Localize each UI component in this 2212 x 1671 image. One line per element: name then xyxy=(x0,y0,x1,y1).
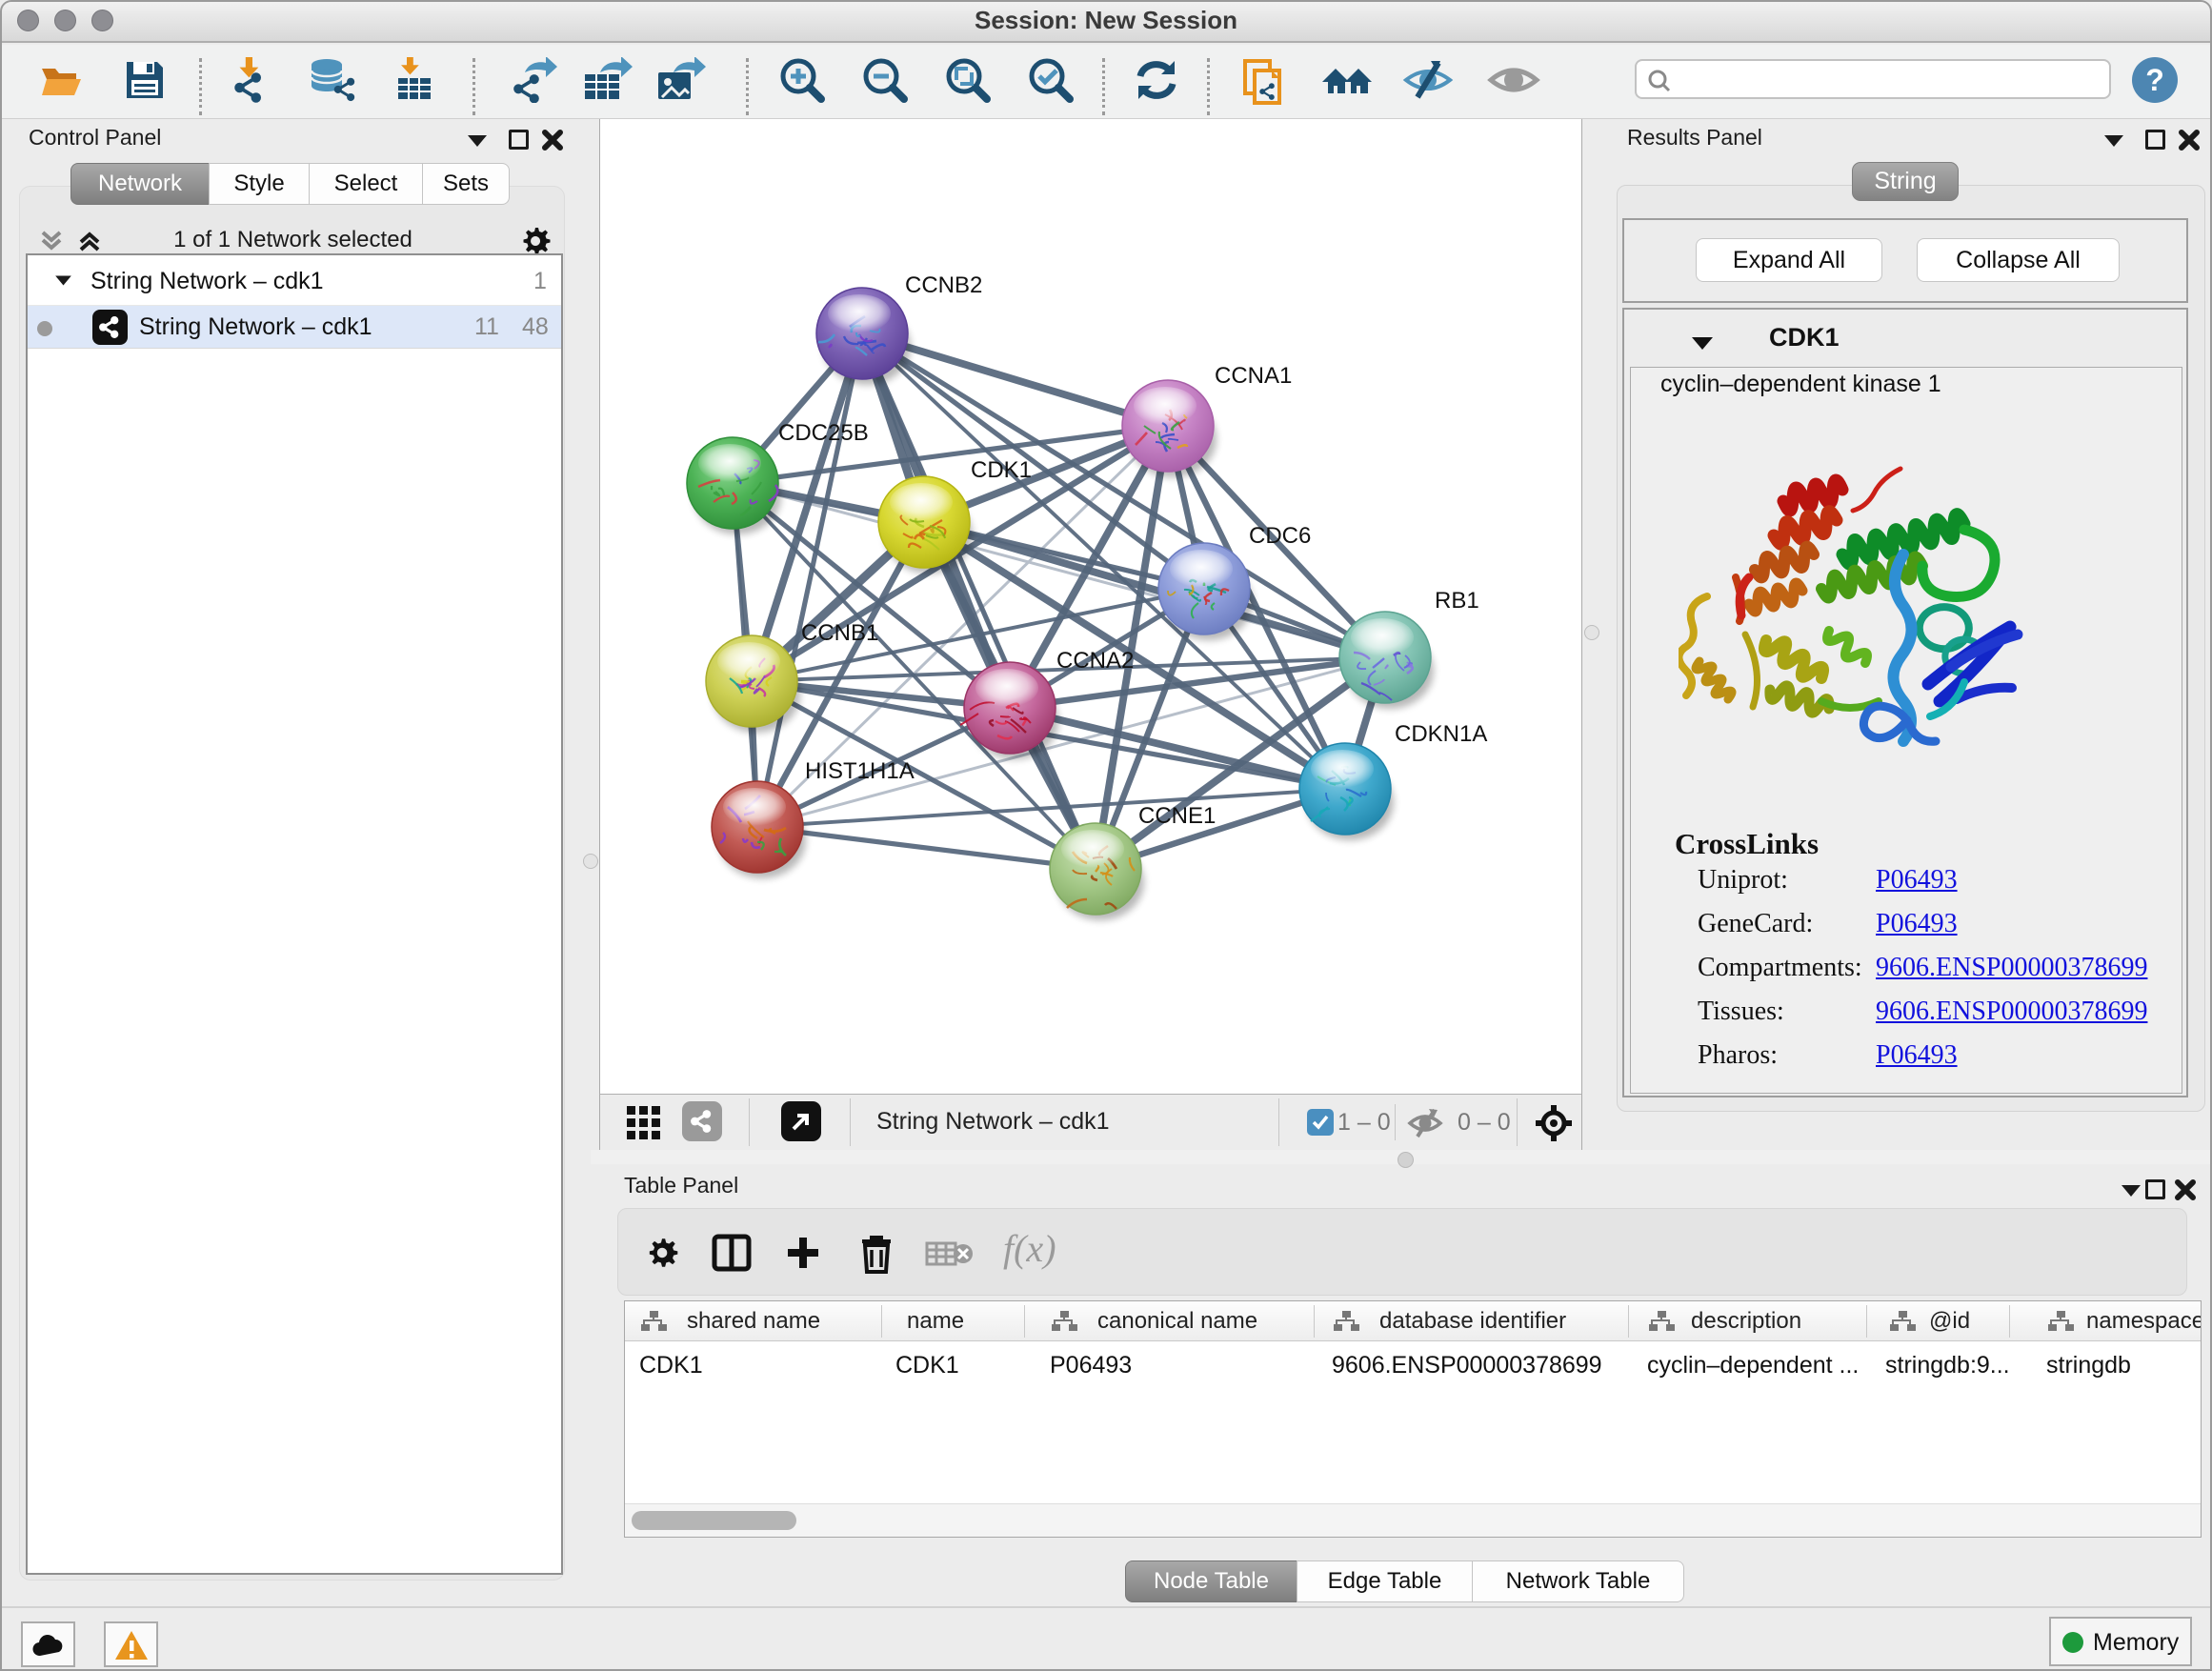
svg-text:CDKN1A: CDKN1A xyxy=(1395,721,1487,747)
svg-text:CCNA2: CCNA2 xyxy=(1056,648,1134,674)
svg-text:CDK1: CDK1 xyxy=(971,457,1032,483)
svg-text:CDC25B: CDC25B xyxy=(778,420,869,446)
svg-text:CCNE1: CCNE1 xyxy=(1138,803,1216,829)
svg-text:CDC6: CDC6 xyxy=(1249,523,1311,549)
svg-text:CCNA1: CCNA1 xyxy=(1215,363,1292,389)
svg-text:RB1: RB1 xyxy=(1435,588,1479,614)
svg-text:HIST1H1A: HIST1H1A xyxy=(805,758,915,784)
svg-text:CCNB1: CCNB1 xyxy=(801,620,878,646)
svg-text:CCNB2: CCNB2 xyxy=(905,272,982,298)
